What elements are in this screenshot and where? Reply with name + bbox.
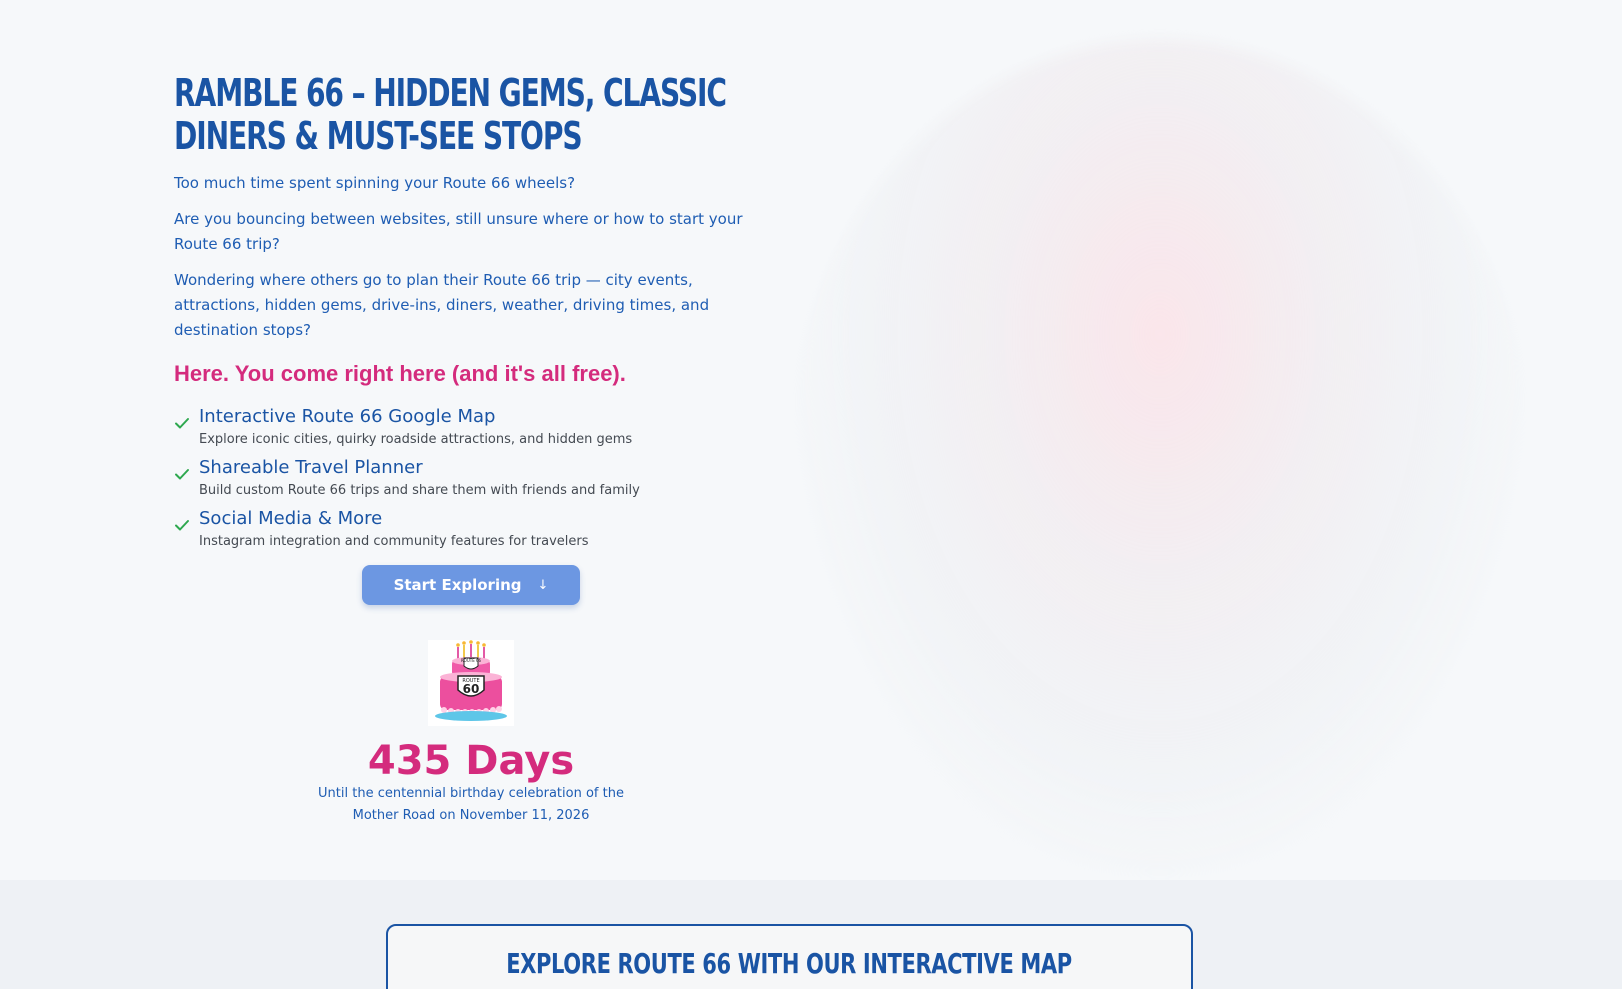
hero-section: Ramble 66 – Hidden Gems, Classic Diners … — [0, 0, 1622, 880]
hero-content: Ramble 66 – Hidden Gems, Classic Diners … — [174, 72, 764, 558]
check-icon — [175, 469, 189, 480]
countdown-caption: Until the centennial birthday celebratio… — [318, 786, 624, 823]
cake-shield-number: 60 — [463, 682, 480, 696]
feature-description: Build custom Route 66 trips and share th… — [199, 483, 640, 498]
map-section-title-text: Explore Route 66 with our Interactive Ma… — [506, 947, 1073, 980]
intro-paragraph-2: Are you bouncing between websites, still… — [174, 210, 743, 253]
map-section-title: Explore Route 66 with our Interactive Ma… — [386, 944, 1193, 984]
cake-shield-top-text: ROUTE 66 — [461, 658, 482, 663]
highlight-text: Here. You come right here (and it's all … — [174, 361, 626, 386]
feature-description: Explore iconic cities, quirky roadside a… — [199, 432, 633, 447]
feature-item-map: Interactive Route 66 Google Map Explore … — [174, 405, 764, 456]
check-icon — [175, 520, 189, 531]
cake-illustration: ROUTE 66 ROUTE 60 — [435, 640, 507, 721]
feature-title: Shareable Travel Planner — [199, 457, 423, 478]
intro-paragraph-1: Too much time spent spinning your Route … — [174, 174, 576, 192]
start-exploring-button[interactable]: Start Exploring ↓ — [362, 565, 580, 605]
feature-item-planner: Shareable Travel Planner Build custom Ro… — [174, 456, 764, 507]
birthday-cake-image: ROUTE 66 ROUTE 60 — [428, 640, 514, 726]
countdown-days: 435 Days — [367, 738, 575, 784]
background-glow — [790, 40, 1530, 880]
page-title: Ramble 66 – Hidden Gems, Classic Diners … — [174, 71, 727, 158]
feature-title: Social Media & More — [199, 508, 383, 529]
start-exploring-label: Start Exploring — [393, 576, 522, 594]
check-icon — [175, 418, 189, 429]
feature-item-social: Social Media & More Instagram integratio… — [174, 507, 764, 558]
feature-description: Instagram integration and community feat… — [199, 534, 589, 549]
feature-list: Interactive Route 66 Google Map Explore … — [174, 405, 764, 558]
arrow-down-icon: ↓ — [537, 577, 549, 593]
intro-paragraph-3: Wondering where others go to plan their … — [174, 271, 710, 339]
feature-title: Interactive Route 66 Google Map — [199, 406, 496, 427]
